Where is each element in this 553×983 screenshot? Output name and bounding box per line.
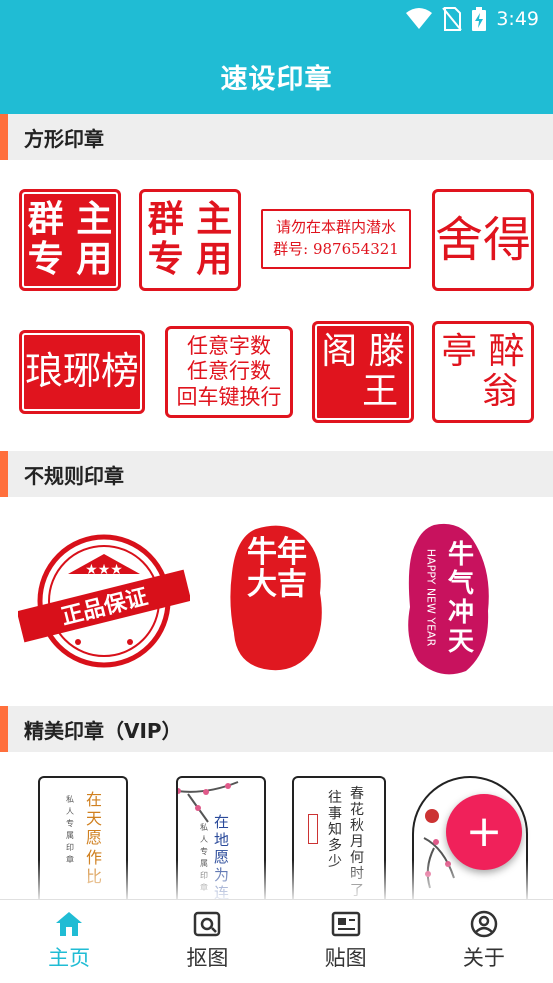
status-bar: 3:49 — [0, 0, 553, 38]
section-header-vip: 精美印章（VIP） — [0, 706, 553, 752]
wifi-icon — [406, 8, 433, 29]
irregular-stamp-row: ★★★ 正品保证 牛年大吉 牛气冲天 HAPPY NEW YEAR — [0, 497, 553, 705]
svg-text:★★★: ★★★ — [85, 562, 123, 578]
app-title: 速设印章 — [220, 63, 333, 95]
section-header-square: 方形印章 — [0, 114, 553, 160]
section-title-irregular: 不规则印章 — [24, 463, 124, 488]
plum-branch-icon — [178, 781, 239, 823]
nav-label-about: 关于 — [462, 946, 505, 970]
seal-icon — [308, 814, 318, 844]
stamp-text: 请勿在本群内潜水 群号: 987654321 — [273, 218, 399, 258]
stamp-text: 阁 滕 王 — [321, 331, 405, 412]
stamp-irregular-3[interactable]: 牛气冲天 HAPPY NEW YEAR — [404, 521, 492, 677]
stamp-square-2[interactable]: 群 主 专 用 — [139, 189, 241, 291]
user-icon — [470, 910, 498, 938]
stamp-text: 群 主 专 用 — [27, 198, 113, 280]
add-stamp-fab[interactable]: + — [446, 794, 522, 870]
fab-label: + — [465, 806, 503, 857]
stamp-square-5[interactable]: 琅琊榜 — [19, 330, 145, 414]
stamp-irregular-text: 牛年大吉 — [247, 535, 307, 603]
section-title-square: 方形印章 — [24, 126, 104, 151]
stamp-square-1[interactable]: 群 主 专 用 — [19, 189, 121, 291]
battery-charging-icon — [472, 7, 487, 31]
section-header-irregular: 不规则印章 — [0, 451, 553, 497]
stamp-irregular-1[interactable]: ★★★ 正品保证 — [16, 534, 192, 668]
no-sim-icon — [442, 7, 463, 31]
stamp-text: 群 主 专 用 — [147, 198, 233, 280]
nav-label-sticker: 贴图 — [324, 946, 367, 970]
nav-item-home[interactable]: 主页 — [0, 900, 138, 983]
nav-item-about[interactable]: 关于 — [415, 900, 553, 983]
stamp-text: 任意字数 任意行数 回车键换行 — [176, 334, 282, 409]
vip-card-side: 往事知多少 — [328, 790, 342, 870]
stamp-text: 舍得 — [435, 211, 532, 268]
stamp-irregular-subtext: HAPPY NEW YEAR — [424, 548, 438, 647]
sticker-icon — [331, 911, 360, 937]
square-stamp-grid: 群 主 专 用 群 主 专 用 请勿在本群内潜水 群号: 987654321 舍… — [0, 160, 553, 451]
nav-item-sticker[interactable]: 贴图 — [277, 900, 415, 983]
nav-label-home: 主页 — [48, 946, 91, 970]
section-accent-bar — [0, 451, 8, 497]
nav-item-cutout[interactable]: 抠图 — [138, 900, 276, 983]
nav-label-cutout: 抠图 — [186, 946, 229, 970]
stamp-square-6[interactable]: 任意字数 任意行数 回车键换行 — [165, 326, 293, 418]
section-accent-bar — [0, 114, 8, 160]
section-accent-bar — [0, 706, 8, 752]
section-title-vip: 精美印章（VIP） — [24, 718, 182, 743]
app-bar: 速设印章 — [0, 38, 553, 114]
stamp-text: 亭 醉 翁 — [441, 331, 525, 412]
cutout-icon — [194, 911, 221, 937]
status-time: 3:49 — [496, 8, 539, 30]
stamp-square-3[interactable]: 请勿在本群内潜水 群号: 987654321 — [261, 209, 411, 269]
bottom-nav: 主页 抠图 贴图 关于 — [0, 899, 553, 983]
stamp-irregular-text: 牛气冲天 — [447, 540, 474, 658]
stamp-text: 琅琊榜 — [24, 349, 139, 394]
home-icon — [56, 912, 83, 936]
vip-card-side: 私人专属印章 — [66, 795, 74, 864]
stamp-square-8[interactable]: 亭 醉 翁 — [432, 321, 534, 423]
stamp-square-4[interactable]: 舍得 — [432, 189, 534, 291]
stamp-irregular-2[interactable]: 牛年大吉 — [228, 523, 326, 673]
stamp-square-7[interactable]: 阁 滕 王 — [312, 321, 414, 423]
